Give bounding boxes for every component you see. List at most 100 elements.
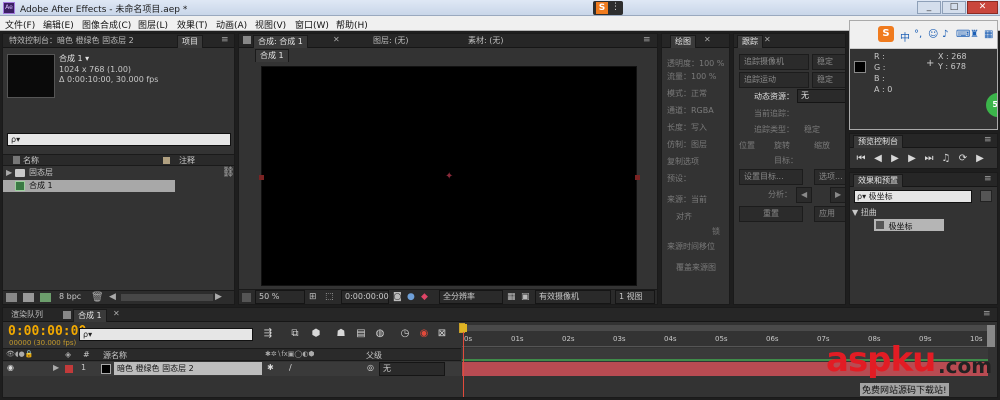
grid-icon[interactable]: ⊞ bbox=[309, 292, 317, 302]
work-area-bar[interactable] bbox=[462, 325, 988, 331]
tab-project[interactable]: 项目 bbox=[177, 35, 203, 48]
close-timeline-tab-icon[interactable]: ✕ bbox=[113, 309, 120, 318]
new-preset-icon[interactable] bbox=[980, 190, 992, 202]
menu-view[interactable]: 视图(V) bbox=[255, 18, 286, 31]
quality-switch-icon[interactable]: ∕ bbox=[289, 363, 292, 372]
ime-punct-icon[interactable]: °, bbox=[914, 29, 922, 40]
menu-window[interactable]: 窗口(W) bbox=[295, 18, 329, 31]
pickwhip-icon[interactable]: ◎ bbox=[367, 363, 374, 372]
effects-menu-icon[interactable]: ≡ bbox=[984, 174, 992, 184]
ime-mode-zh[interactable]: 中 bbox=[900, 29, 910, 44]
tab-footage[interactable]: 素材: (无) bbox=[464, 35, 507, 48]
draft-3d-icon[interactable]: ⬢ bbox=[309, 327, 323, 341]
current-time-display[interactable]: 0:00:00:00 bbox=[341, 290, 389, 304]
frame-blending-icon[interactable]: ▤ bbox=[354, 327, 368, 341]
ime-mic-icon[interactable]: ♪ bbox=[942, 29, 948, 40]
sogou-logo-icon[interactable]: S bbox=[878, 26, 894, 42]
rotation-checkbox[interactable]: 旋转 bbox=[774, 140, 790, 152]
ime-keyboard-icon[interactable]: ⌨ bbox=[956, 29, 970, 40]
speed-badge[interactable]: 55 bbox=[986, 93, 997, 117]
menu-effect[interactable]: 效果(T) bbox=[177, 18, 208, 31]
stabilize-motion-button[interactable]: 稳定 bbox=[812, 72, 845, 88]
col-name[interactable]: 名称 bbox=[23, 155, 39, 166]
preview-menu-icon[interactable]: ≡ bbox=[984, 135, 992, 145]
toggle-mask-icon[interactable]: ▣ bbox=[521, 292, 530, 302]
close-tracker-tab-icon[interactable]: ✕ bbox=[764, 35, 771, 44]
col-source-name[interactable]: 源名称 bbox=[103, 350, 127, 361]
project-search-input[interactable]: ρ▾ bbox=[7, 133, 231, 146]
maximize-button[interactable]: □ bbox=[942, 1, 966, 14]
tab-layer[interactable]: 图层: (无) bbox=[369, 35, 412, 48]
play-icon[interactable]: ▶ bbox=[888, 152, 902, 166]
timeline-timecode[interactable]: 0:00:00:00 bbox=[8, 324, 86, 339]
expand-layer-arrow-icon[interactable]: ▶ bbox=[53, 363, 59, 372]
parent-select[interactable]: 无 bbox=[379, 362, 445, 376]
comp-flowchart-icon[interactable]: ⇶ bbox=[261, 327, 275, 341]
ime-smile-icon[interactable]: ☺ bbox=[928, 29, 938, 40]
motion-blur-icon[interactable]: ◍ bbox=[373, 327, 387, 341]
layer-name[interactable]: 暗色 橙绿色 固态层 2 bbox=[114, 362, 262, 375]
effects-item-polar-coordinates[interactable]: 极坐标 bbox=[874, 219, 944, 231]
current-time-indicator-head[interactable] bbox=[460, 324, 467, 332]
live-update-icon[interactable]: ⧉ bbox=[288, 327, 302, 341]
layer-label-color[interactable] bbox=[65, 365, 73, 373]
current-time-indicator[interactable] bbox=[463, 325, 464, 397]
analyze-back-button[interactable]: ◀ bbox=[796, 187, 812, 203]
bpc-label[interactable]: 8 bpc bbox=[59, 292, 81, 301]
scale-checkbox[interactable]: 缩放 bbox=[814, 140, 830, 152]
shy-layers-icon[interactable]: ☗ bbox=[334, 327, 348, 341]
minimize-button[interactable]: _ bbox=[917, 1, 941, 14]
menu-help[interactable]: 帮助(H) bbox=[336, 18, 368, 31]
menu-animation[interactable]: 动画(A) bbox=[216, 18, 247, 31]
always-preview-icon[interactable] bbox=[242, 293, 251, 302]
panel-gripper-icon[interactable] bbox=[243, 36, 251, 44]
new-comp-icon[interactable] bbox=[40, 293, 51, 302]
composition-canvas[interactable]: ✦ bbox=[259, 66, 640, 286]
views-select[interactable]: 1 视图 bbox=[615, 290, 655, 304]
close-paint-tab-icon[interactable]: ✕ bbox=[704, 35, 711, 44]
menu-layer[interactable]: 图层(L) bbox=[138, 18, 168, 31]
new-folder-icon[interactable] bbox=[23, 293, 34, 302]
tab-paint[interactable]: 绘图 bbox=[670, 35, 696, 48]
apply-button[interactable]: 应用 bbox=[814, 206, 845, 222]
audio-icon[interactable]: ♫ bbox=[939, 152, 953, 166]
effects-category-distort[interactable]: ▼ 扭曲 bbox=[852, 207, 992, 219]
brainstorm-icon[interactable]: ◉ bbox=[417, 327, 431, 341]
tab-render-queue[interactable]: 渲染队列 bbox=[7, 309, 47, 322]
analyze-forward-button[interactable]: ▶ bbox=[830, 187, 845, 203]
motion-source-select[interactable]: 无 bbox=[797, 89, 845, 103]
ime-grid-icon[interactable]: ▦ bbox=[984, 29, 993, 40]
menu-file[interactable]: 文件(F) bbox=[5, 18, 35, 31]
canvas-handle-right[interactable] bbox=[635, 175, 640, 180]
timeline-menu-icon[interactable]: ≡ bbox=[983, 309, 991, 319]
tab-preview[interactable]: 预览控制台 bbox=[853, 135, 903, 148]
comp-sub-tab[interactable]: 合成 1 bbox=[255, 49, 289, 62]
graph-editor-icon[interactable]: ◷ bbox=[398, 327, 412, 341]
prev-frame-icon[interactable]: ◀ bbox=[871, 152, 885, 166]
options-button[interactable]: 选项... bbox=[814, 169, 845, 185]
timeline-search-input[interactable]: ρ▾ bbox=[79, 328, 253, 341]
interpret-footage-icon[interactable] bbox=[6, 293, 17, 302]
scroll-right-icon[interactable]: ▶ bbox=[215, 292, 222, 302]
sogou-ime-icon[interactable]: S ⋮ bbox=[593, 1, 623, 15]
col-label-icon[interactable] bbox=[163, 157, 170, 164]
comp-mini-flow-icon[interactable]: ⊠ bbox=[435, 327, 449, 341]
visibility-eye-icon[interactable]: ◉ bbox=[7, 363, 14, 372]
set-target-button[interactable]: 设置目标... bbox=[739, 169, 803, 185]
snapshot-icon[interactable]: ◙ bbox=[393, 292, 402, 302]
viewer-menu-icon[interactable]: ≡ bbox=[643, 35, 651, 45]
track-camera-button[interactable]: 追踪摄像机 bbox=[739, 54, 809, 70]
track-motion-button[interactable]: 追踪运动 bbox=[739, 72, 809, 88]
anchor-point-icon[interactable]: ✦ bbox=[445, 171, 453, 182]
horizontal-scrollbar[interactable] bbox=[121, 294, 213, 301]
resolution-select[interactable]: 全分辨率 bbox=[439, 290, 503, 304]
tab-tracker[interactable]: 跟踪 bbox=[737, 35, 763, 48]
loop-icon[interactable]: ⟳ bbox=[956, 152, 970, 166]
trash-icon[interactable]: 🗑 bbox=[91, 292, 104, 303]
region-icon[interactable]: ⬚ bbox=[325, 292, 334, 302]
first-frame-icon[interactable]: ⏮ bbox=[854, 152, 868, 166]
layer-row[interactable]: ◉ ▶ 1 暗色 橙绿色 固态层 2 ✱ ∕ ◎ 无 bbox=[3, 362, 461, 376]
close-comp-tab-icon[interactable]: ✕ bbox=[333, 35, 340, 44]
flowchart-icon[interactable]: ⛓ bbox=[222, 167, 234, 178]
channel-icon[interactable]: ◆ bbox=[421, 292, 428, 302]
